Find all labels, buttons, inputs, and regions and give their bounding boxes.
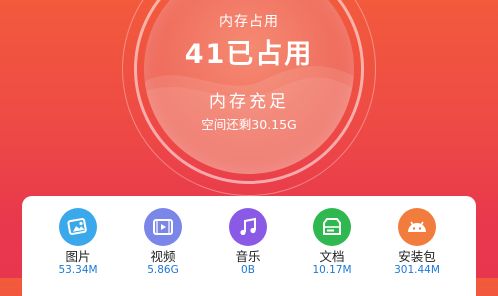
category-music[interactable]: 音乐 0B: [208, 208, 288, 277]
android-package-icon: [398, 208, 436, 246]
category-size: 53.34M: [58, 264, 98, 276]
category-size: 5.86G: [147, 264, 179, 276]
category-documents[interactable]: 文档 10.17M: [292, 208, 372, 277]
memory-usage-label: 内存占用: [219, 14, 279, 30]
category-name: 音乐: [235, 249, 261, 264]
category-name: 安装包: [398, 249, 436, 264]
memory-used-value: 41已占用: [184, 39, 314, 70]
memory-status: 内存充足: [209, 92, 289, 112]
category-images[interactable]: 图片 53.34M: [38, 208, 118, 277]
category-size: 10.17M: [312, 264, 352, 276]
category-name: 视频: [150, 249, 176, 264]
category-packages[interactable]: 安装包 301.44M: [377, 208, 457, 277]
category-size: 301.44M: [394, 264, 440, 276]
category-name: 图片: [65, 249, 91, 264]
image-icon: [59, 208, 97, 246]
document-icon: [313, 208, 351, 246]
category-videos[interactable]: 视频 5.86G: [123, 208, 203, 277]
category-size: 0B: [241, 264, 255, 276]
video-icon: [144, 208, 182, 246]
category-name: 文档: [319, 249, 345, 264]
free-space-text: 空间还剩30.15G: [201, 117, 297, 132]
music-icon: [229, 208, 267, 246]
